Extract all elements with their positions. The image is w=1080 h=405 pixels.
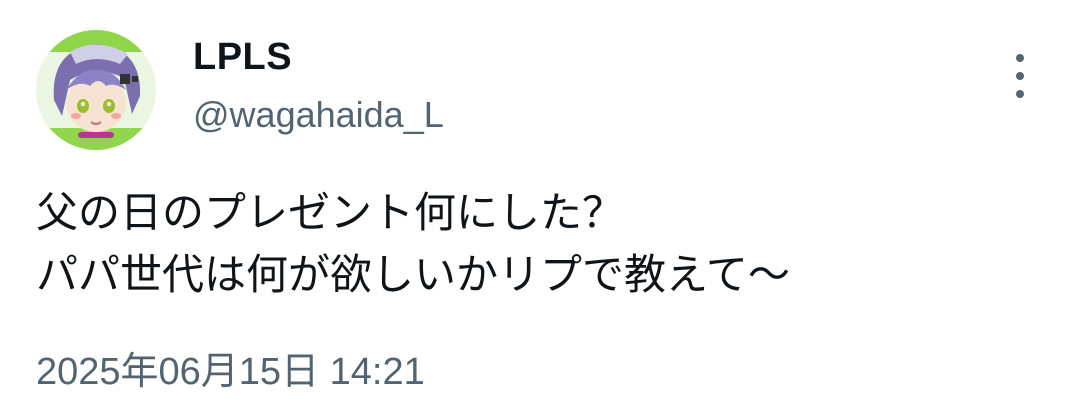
tweet-timestamp[interactable]: 2025年06月15日 14:21 — [36, 340, 425, 395]
more-options-button[interactable] — [1004, 54, 1036, 98]
vertical-ellipsis-icon — [1016, 72, 1024, 80]
tweet-text-line: 父の日のプレゼント何にした？ — [36, 189, 625, 236]
vertical-ellipsis-icon — [1016, 54, 1024, 62]
author-handle[interactable]: @wagahaida_L — [193, 94, 444, 136]
tweet-text-line: パパ世代は何が欲しいかリプで教えて〜 — [36, 251, 790, 298]
avatar[interactable] — [36, 30, 156, 150]
avatar-image — [36, 30, 156, 150]
author-display-name[interactable]: LPLS — [193, 36, 292, 79]
vertical-ellipsis-icon — [1016, 90, 1024, 98]
tweet-text: 父の日のプレゼント何にした？ パパ世代は何が欲しいかリプで教えて〜 — [36, 182, 790, 306]
tweet-card: LPLS @wagahaida_L 父の日のプレゼント何にした？ パパ世代は何が… — [0, 0, 1080, 405]
